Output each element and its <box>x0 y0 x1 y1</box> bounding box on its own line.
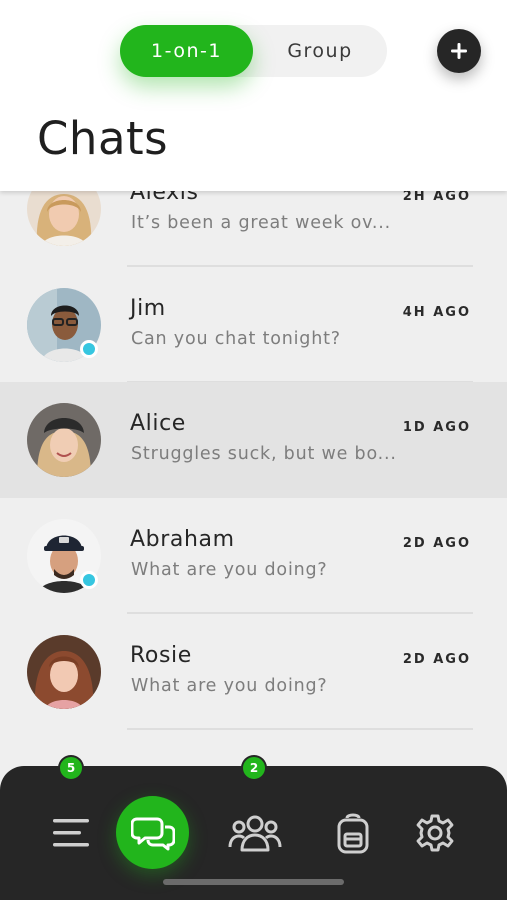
chat-item-rosie[interactable]: Rosie What are you doing? 2D AGO <box>0 614 507 730</box>
plus-icon <box>451 43 467 59</box>
nav-settings-button[interactable] <box>414 812 456 854</box>
chat-name: Rosie <box>130 643 192 668</box>
chat-item-abraham[interactable]: Abraham What are you doing? 2D AGO <box>0 498 507 614</box>
divider <box>127 728 473 730</box>
nav-chats-button[interactable] <box>116 796 189 869</box>
chat-timestamp: 4H AGO <box>402 305 471 320</box>
chat-item-jim[interactable]: Jim Can you chat tonight? 4H AGO <box>0 267 507 383</box>
online-status-dot <box>80 340 98 358</box>
chat-timestamp: 2H AGO <box>402 189 471 204</box>
chat-name: Jim <box>130 296 166 321</box>
chat-type-toggle[interactable]: 1-on-1 Group <box>120 25 387 77</box>
avatar-rosie <box>27 635 101 709</box>
chat-message-preview: What are you doing? <box>131 676 328 696</box>
header: 1-on-1 Group Chats <box>0 0 507 191</box>
chat-message-preview: Struggles suck, but we bo... <box>131 444 397 464</box>
avatar <box>27 519 101 593</box>
avatar <box>27 403 101 477</box>
avatar-alice <box>27 403 101 477</box>
chat-name: Abraham <box>130 527 235 552</box>
tab-group[interactable]: Group <box>253 25 387 77</box>
chat-message-preview: What are you doing? <box>131 560 328 580</box>
nav-menu-button[interactable] <box>49 814 93 852</box>
chat-message-preview: It’s been a great week ov... <box>131 213 392 233</box>
backpack-icon <box>337 813 369 854</box>
people-badge: 2 <box>241 755 267 781</box>
menu-icon <box>53 819 89 847</box>
bottom-nav: 5 2 <box>0 755 507 900</box>
menu-badge: 5 <box>58 755 84 781</box>
people-icon <box>228 815 282 852</box>
chat-message-preview: Can you chat tonight? <box>131 329 341 349</box>
chat-timestamp: 1D AGO <box>402 420 471 435</box>
chat-bubbles-icon <box>130 817 175 850</box>
online-status-dot <box>80 571 98 589</box>
gear-icon <box>416 814 454 852</box>
chat-timestamp: 2D AGO <box>402 536 471 551</box>
home-indicator[interactable] <box>163 879 344 885</box>
avatar <box>27 635 101 709</box>
chat-timestamp: 2D AGO <box>402 652 471 667</box>
nav-backpack-button[interactable] <box>333 810 373 856</box>
page-title: Chats <box>37 112 169 165</box>
nav-people-button[interactable] <box>227 812 283 854</box>
avatar <box>27 288 101 362</box>
chat-item-alice[interactable]: Alice Struggles suck, but we bo... 1D AG… <box>0 382 507 498</box>
add-chat-button[interactable] <box>437 29 481 73</box>
tab-1-on-1[interactable]: 1-on-1 <box>120 25 253 77</box>
chat-name: Alice <box>130 411 186 436</box>
